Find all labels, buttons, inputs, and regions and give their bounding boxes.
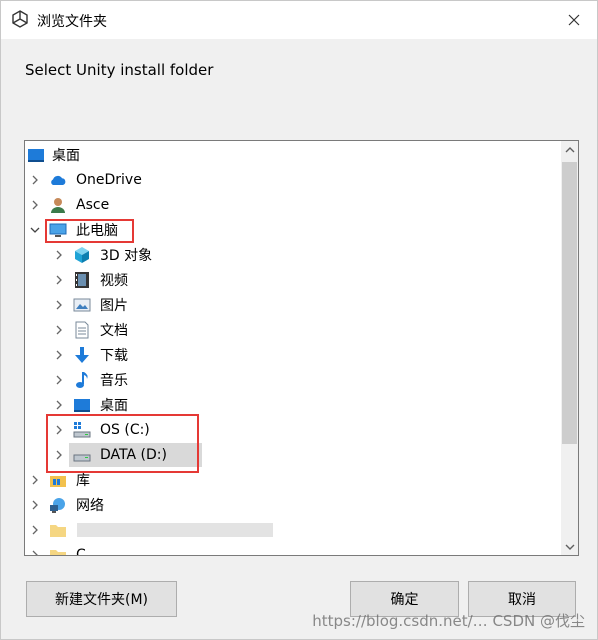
tree-item-label: 库 (76, 473, 90, 489)
download-icon (75, 347, 89, 363)
chevron-right-icon[interactable] (52, 323, 66, 337)
tree-item-label: 音乐 (100, 373, 128, 389)
tree-item-label: 视频 (100, 273, 128, 289)
chevron-right-icon[interactable] (52, 248, 66, 262)
tree-item-label: 3D 对象 (100, 248, 153, 264)
chevron-right-icon[interactable] (28, 498, 42, 512)
chevron-right-icon[interactable] (52, 348, 66, 362)
chevron-down-icon[interactable] (28, 223, 42, 237)
computer-icon (49, 223, 67, 237)
new-folder-button[interactable]: 新建文件夹(M) (26, 581, 177, 617)
instruction-text: Select Unity install folder (25, 61, 214, 79)
scrollbar-thumb[interactable] (562, 162, 577, 444)
tree-item-label: 图片 (100, 298, 128, 314)
user-icon (51, 198, 65, 213)
tree-item-label: 文档 (100, 323, 128, 339)
vertical-scrollbar[interactable] (561, 141, 578, 555)
chevron-right-icon[interactable] (52, 398, 66, 412)
chevron-right-icon[interactable] (52, 448, 66, 462)
chevron-right-icon[interactable] (52, 298, 66, 312)
chevron-right-icon[interactable] (52, 273, 66, 287)
folder-tree[interactable]: 桌面 OneDrive Asce 此电脑 3D 对象 视频 图片 文档 下载 音… (24, 140, 579, 556)
tree-item-label: DATA (D:) (100, 447, 167, 463)
scroll-up-button[interactable] (561, 141, 578, 158)
chevron-right-icon[interactable] (52, 373, 66, 387)
video-icon (75, 272, 89, 288)
desktop-icon (28, 149, 44, 162)
os-drive-icon (73, 422, 91, 438)
cube-3d-icon (75, 247, 89, 263)
chevron-right-icon[interactable] (28, 548, 42, 556)
redacted-label (77, 523, 273, 537)
unity-logo-icon (12, 10, 28, 28)
tree-item-label: 此电脑 (76, 223, 118, 239)
tree-item-label: 桌面 (100, 398, 128, 414)
close-icon (568, 14, 580, 26)
chevron-right-icon[interactable] (52, 423, 66, 437)
scroll-down-button[interactable] (561, 538, 578, 555)
library-icon (50, 476, 66, 487)
close-button[interactable] (551, 1, 597, 39)
chevron-right-icon[interactable] (28, 523, 42, 537)
tree-item-label: OS (C:) (100, 422, 150, 438)
tree-item-label: 网络 (76, 498, 104, 514)
chevron-down-icon (565, 544, 574, 550)
chevron-up-icon (565, 146, 574, 152)
cloud-icon (51, 175, 66, 185)
watermark: https://blog.csdn.net/… CSDN @伐尘 (312, 612, 585, 630)
title-bar: 浏览文件夹 (1, 1, 597, 39)
documents-icon (75, 321, 89, 339)
chevron-right-icon[interactable] (28, 173, 42, 187)
music-icon (76, 372, 88, 388)
desktop-icon (74, 399, 90, 412)
folder-icon (50, 525, 66, 537)
tree-item-label: C (76, 547, 86, 556)
tree-item-label: 桌面 (52, 148, 80, 164)
pictures-icon (73, 298, 91, 312)
tree-item-label: 下载 (100, 348, 128, 364)
chevron-right-icon[interactable] (28, 473, 42, 487)
window-title: 浏览文件夹 (37, 14, 107, 30)
browse-folder-dialog: 浏览文件夹 Select Unity install folder 桌面 One… (0, 0, 598, 640)
chevron-right-icon[interactable] (28, 198, 42, 212)
drive-icon (73, 454, 91, 462)
folder-icon (50, 550, 66, 555)
network-icon (50, 498, 65, 513)
tree-item-label: Asce (76, 197, 110, 213)
tree-item-label: OneDrive (76, 172, 142, 188)
